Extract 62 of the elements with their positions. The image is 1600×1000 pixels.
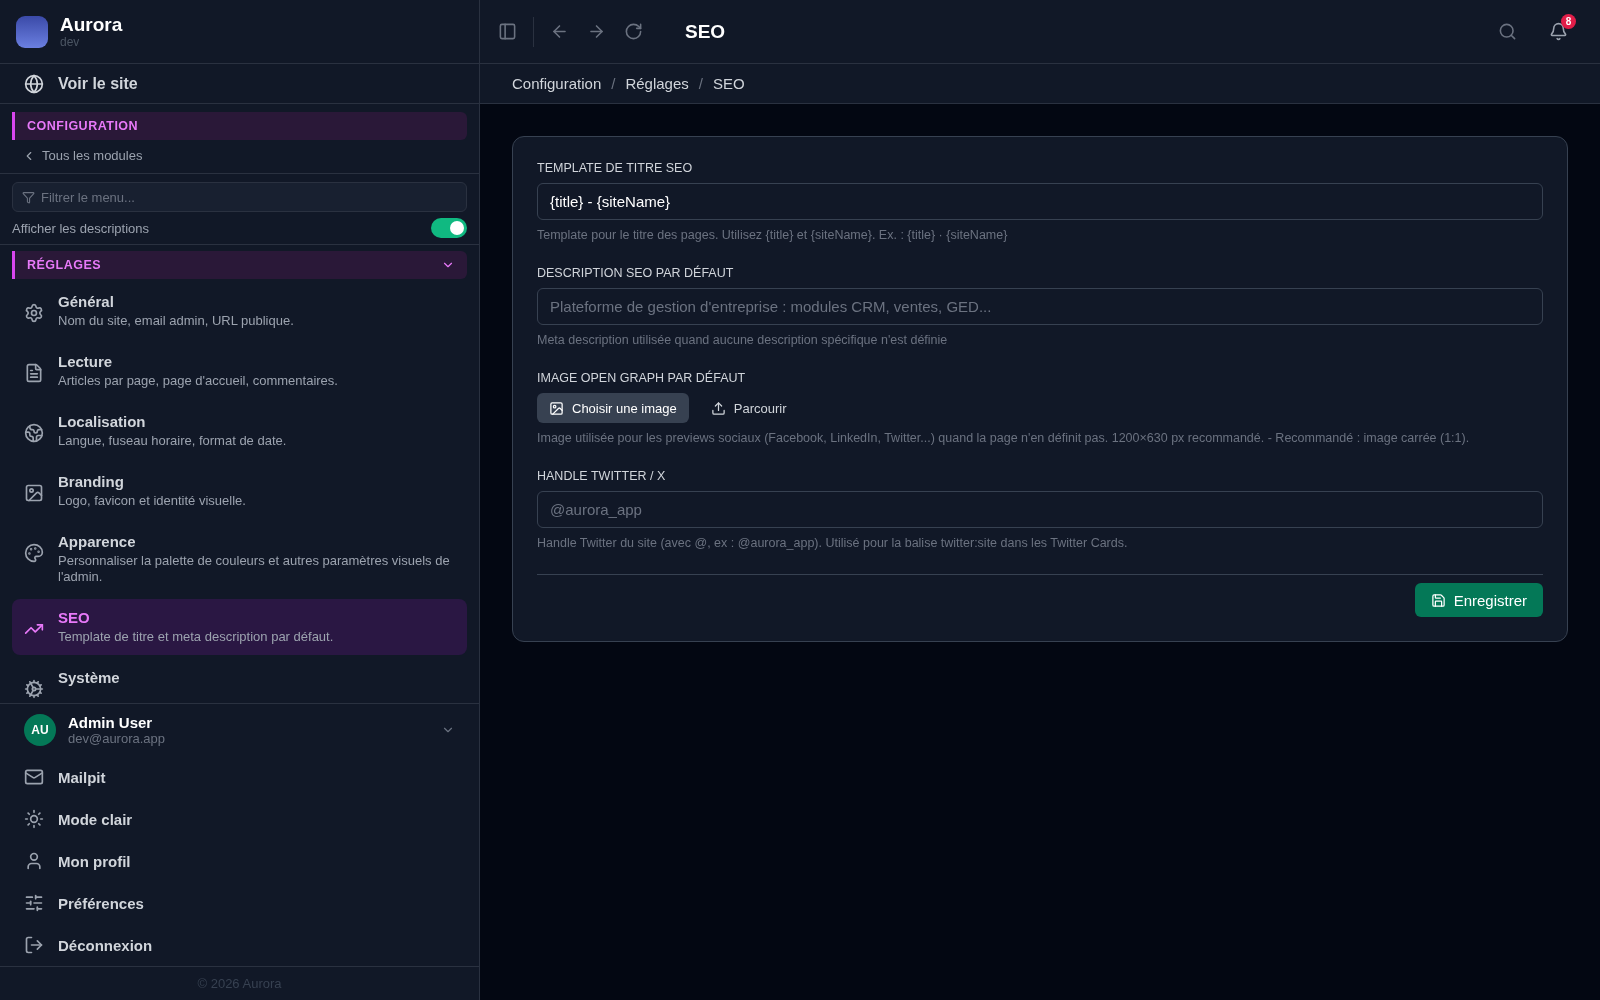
toggle-label: Afficher les descriptions bbox=[12, 220, 150, 236]
section-header: CONFIGURATION bbox=[12, 112, 467, 140]
menu-icon bbox=[24, 935, 44, 955]
account-menu-item[interactable]: Déconnexion bbox=[0, 924, 479, 966]
account-menu-item[interactable]: Mon profil bbox=[0, 840, 479, 882]
item-icon bbox=[24, 543, 44, 563]
environment-label: dev bbox=[60, 34, 81, 49]
brand-name: Aurora bbox=[60, 14, 123, 35]
item-icon bbox=[24, 303, 44, 323]
menu-icon bbox=[24, 851, 44, 871]
logo-icon bbox=[16, 15, 48, 48]
notification-badge: 8 bbox=[1561, 14, 1576, 29]
sidebar-item[interactable]: Général Nom du site, email admin, URL publique. bbox=[12, 283, 467, 339]
sidebar-item[interactable]: Système bbox=[12, 659, 467, 703]
save-icon bbox=[1430, 592, 1446, 608]
user-email: dev@aurora.app bbox=[68, 731, 167, 746]
sidebar-item[interactable]: Apparence Personnaliser la palette de couleurs et autres paramètres visuels de l'admin. bbox=[12, 523, 467, 595]
menu-icon bbox=[24, 893, 44, 913]
account-menu-item[interactable]: Préférences bbox=[0, 882, 479, 924]
globe-icon bbox=[24, 73, 44, 94]
user-avatar: AU bbox=[24, 714, 56, 746]
view-site-link[interactable]: Voir le site bbox=[0, 64, 479, 104]
save-button[interactable]: Enregistrer bbox=[1414, 583, 1543, 617]
breadcrumb-item[interactable]: Configuration bbox=[512, 75, 602, 92]
page-title: SEO bbox=[685, 20, 726, 43]
browse-button[interactable]: Parcourir bbox=[698, 393, 799, 423]
help-text: Handle Twitter du site (avec @, ex : @aurora_app). Utilisé pour la balise twitter:site dans les Twitter Cards. bbox=[537, 536, 1129, 550]
breadcrumb-item[interactable]: Réglages bbox=[625, 75, 689, 92]
group-header[interactable]: RÉGLAGES bbox=[12, 251, 467, 279]
field-label: TEMPLATE DE TITRE SEO bbox=[537, 161, 694, 175]
image-icon bbox=[549, 400, 564, 416]
sidebar-item[interactable]: Lecture Articles par page, page d'accueil, commentaires. bbox=[12, 343, 467, 399]
text-field[interactable]: @aurora_app bbox=[537, 491, 1543, 528]
menu-icon bbox=[24, 767, 44, 787]
sidebar-item[interactable]: SEO Template de titre et meta description par défaut. bbox=[12, 599, 467, 655]
breadcrumb-separator: / bbox=[611, 75, 616, 92]
sidebar-item[interactable]: Localisation Langue, fuseau horaire, format de date. bbox=[12, 403, 467, 459]
user-name: Admin User bbox=[68, 714, 154, 731]
filter-icon bbox=[22, 191, 35, 204]
help-text: Image utilisée pour les previews sociaux (Facebook, LinkedIn, Twitter...) quand la page n'en définit pas. 1200×630 px recommandé. - Recommandé : image carrée (1:1). bbox=[537, 431, 1471, 445]
text-field[interactable]: Plateforme de gestion d'entreprise : modules CRM, ventes, GED... bbox=[537, 288, 1543, 325]
choose-image-button[interactable]: Choisir une image bbox=[537, 393, 689, 423]
back-link[interactable]: Tous les modules bbox=[12, 140, 467, 167]
field-label: IMAGE OPEN GRAPH PAR DÉFAUT bbox=[537, 371, 747, 385]
account-menu-item[interactable]: Mailpit bbox=[0, 756, 479, 798]
field-label: DESCRIPTION SEO PAR DÉFAUT bbox=[537, 266, 735, 280]
sidebar-item[interactable]: Branding Logo, favicon et identité visuelle. bbox=[12, 463, 467, 519]
item-icon bbox=[24, 363, 44, 383]
item-icon bbox=[24, 483, 44, 503]
item-icon bbox=[24, 679, 44, 699]
descriptions-toggle[interactable] bbox=[431, 218, 467, 238]
help-text: Meta description utilisée quand aucune description spécifique n'est définie bbox=[537, 333, 949, 347]
help-text: Template pour le titre des pages. Utilisez {title} et {siteName}. Ex. : {title} · {siteName} bbox=[537, 228, 1009, 242]
breadcrumb-item: SEO bbox=[712, 75, 745, 92]
account-menu-item[interactable]: Mode clair bbox=[0, 798, 479, 840]
breadcrumb-separator: / bbox=[698, 75, 703, 92]
item-icon bbox=[24, 423, 44, 443]
field-label: HANDLE TWITTER / X bbox=[537, 469, 667, 483]
filter-field[interactable]: Filtrer le menu... bbox=[12, 182, 467, 212]
menu-icon bbox=[24, 809, 44, 829]
text-field[interactable]: {title} - {siteName} bbox=[537, 183, 1543, 220]
upload-icon bbox=[710, 400, 726, 416]
